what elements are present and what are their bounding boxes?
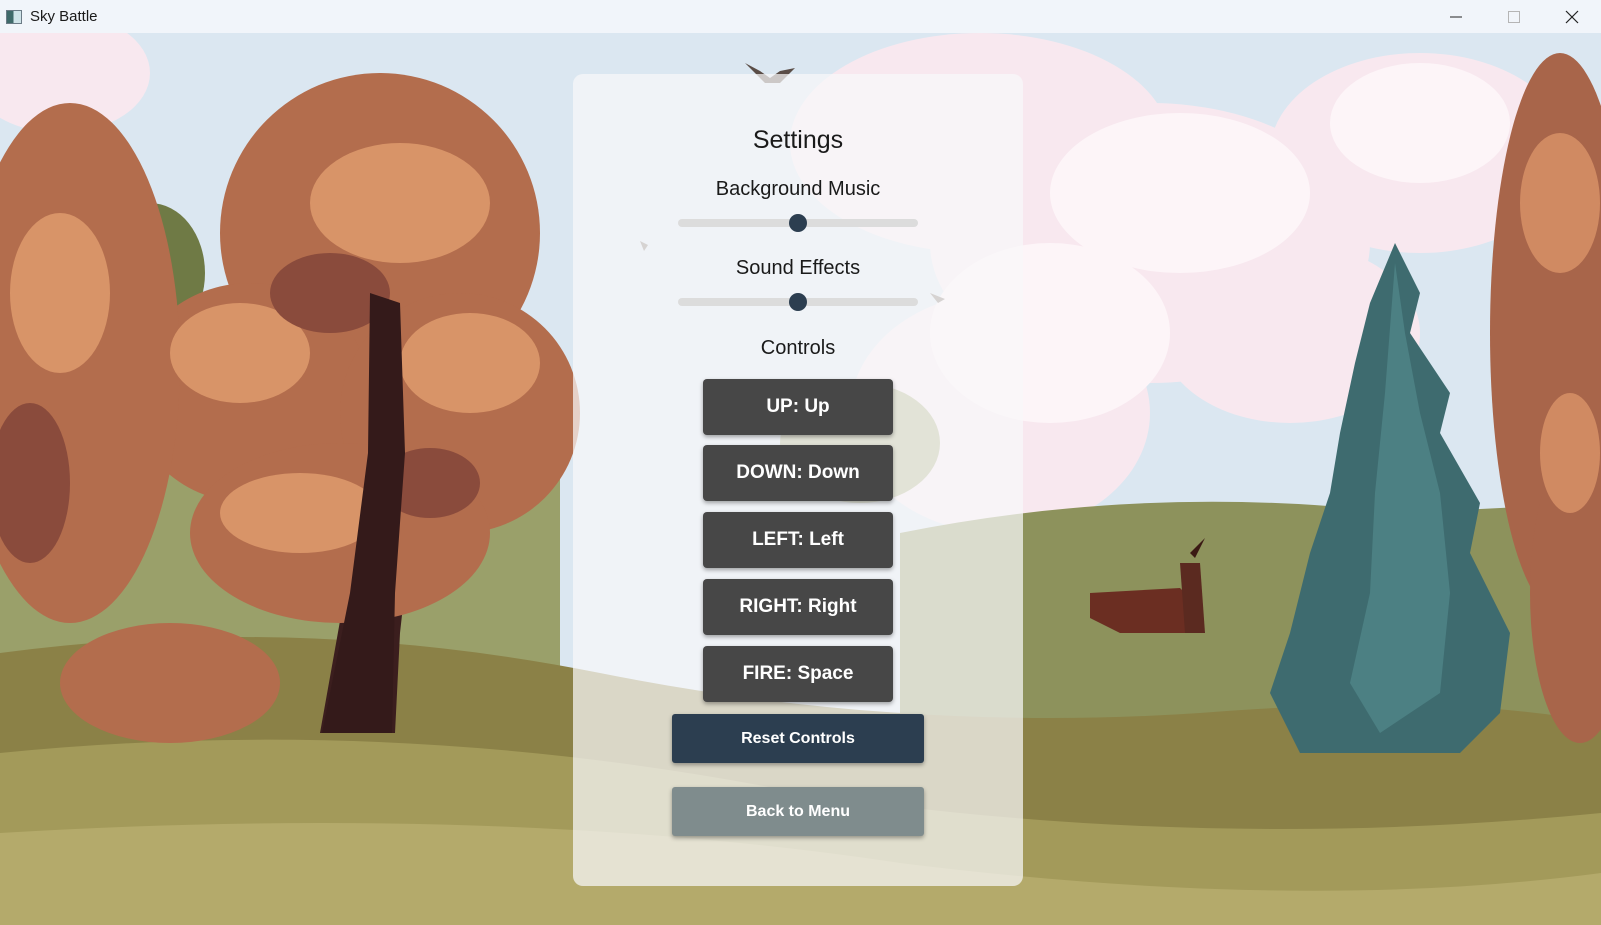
minimize-button[interactable] (1427, 0, 1485, 33)
key-binding-fire-button[interactable]: FIRE: Space (703, 646, 893, 702)
controls-heading: Controls (760, 337, 836, 359)
key-binding-up-button[interactable]: UP: Up (703, 379, 893, 435)
sound-effects-slider-thumb[interactable] (789, 293, 807, 311)
game-window: Sky Battle Settings Background Music Sou… (0, 0, 1601, 925)
background-music-slider-thumb[interactable] (789, 214, 807, 232)
app-icon (6, 9, 22, 24)
maximize-button[interactable] (1485, 0, 1543, 33)
minimize-icon (1450, 16, 1462, 17)
settings-title: Settings (752, 126, 844, 154)
title-bar[interactable]: Sky Battle (0, 0, 1601, 33)
window-title: Sky Battle (30, 8, 98, 25)
key-binding-right-button[interactable]: RIGHT: Right (703, 579, 893, 635)
key-binding-left-button[interactable]: LEFT: Left (703, 512, 893, 568)
background-music-label: Background Music (715, 178, 881, 200)
sound-effects-slider[interactable] (678, 293, 918, 311)
close-icon (1565, 10, 1579, 23)
settings-panel: Settings Background Music Sound Effects … (573, 74, 1023, 886)
sound-effects-label: Sound Effects (735, 257, 861, 279)
maximize-icon (1508, 10, 1520, 23)
background-music-slider[interactable] (678, 214, 918, 232)
back-to-menu-button[interactable]: Back to Menu (672, 787, 924, 836)
close-button[interactable] (1543, 0, 1601, 33)
key-binding-down-button[interactable]: DOWN: Down (703, 445, 893, 501)
reset-controls-button[interactable]: Reset Controls (672, 714, 924, 763)
window-controls (1427, 0, 1601, 33)
